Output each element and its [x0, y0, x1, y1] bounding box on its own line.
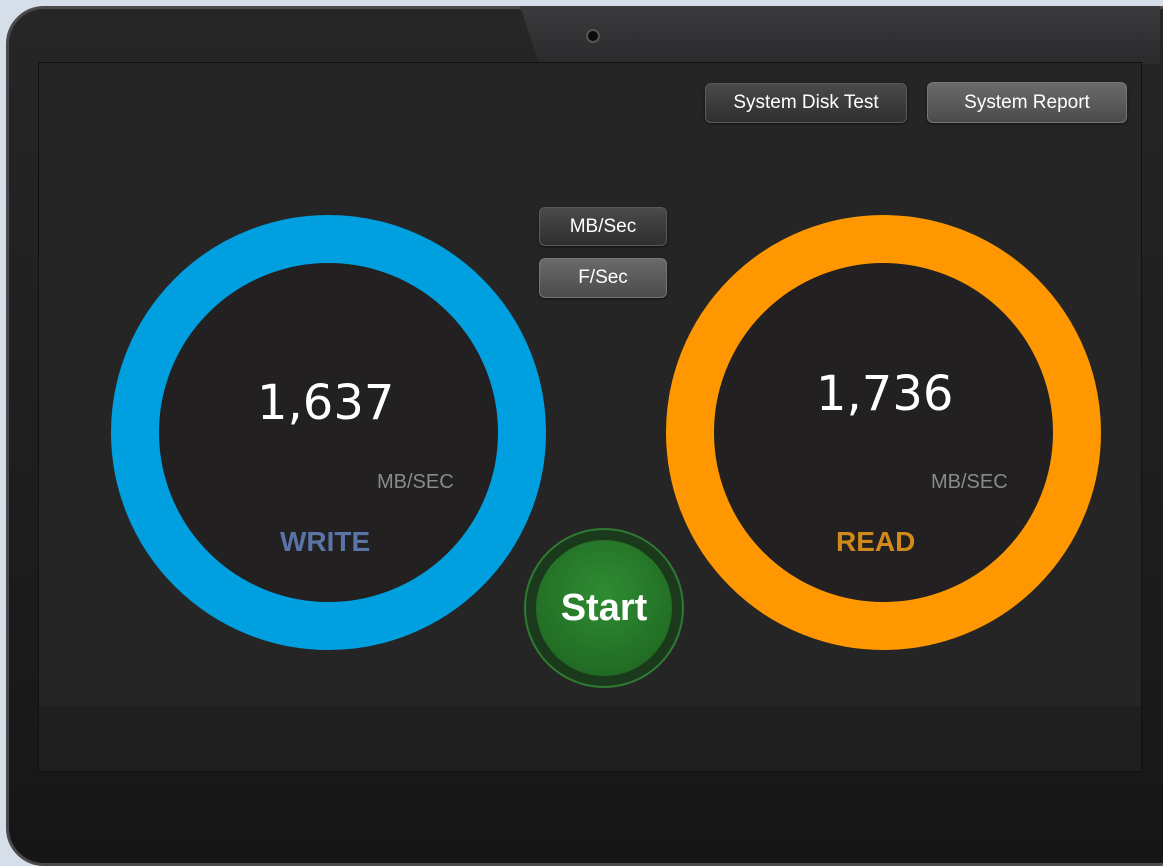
write-gauge — [111, 215, 546, 650]
mb-sec-toggle[interactable]: MB/Sec — [539, 207, 667, 246]
camera-icon — [586, 29, 600, 43]
start-button[interactable]: Start — [536, 540, 672, 676]
write-unit: MB/SEC — [377, 471, 454, 493]
bottom-bar — [39, 706, 1141, 771]
system-disk-test-button[interactable]: System Disk Test — [705, 83, 907, 123]
read-unit: MB/SEC — [931, 471, 1008, 493]
bezel-highlight — [520, 6, 1160, 64]
read-label: READ — [836, 526, 916, 557]
write-speed-value: 1,637 — [257, 375, 395, 431]
f-sec-toggle[interactable]: F/Sec — [539, 258, 667, 298]
app-screen: System Disk Test System Report MB/Sec F/… — [38, 62, 1142, 772]
read-gauge — [666, 215, 1101, 650]
system-report-button[interactable]: System Report — [927, 82, 1127, 123]
read-speed-value: 1,736 — [816, 366, 954, 422]
write-label: WRITE — [280, 526, 371, 557]
